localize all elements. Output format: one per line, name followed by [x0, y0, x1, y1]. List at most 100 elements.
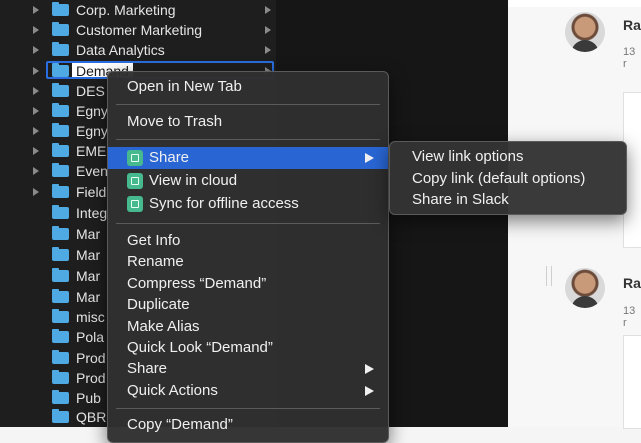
folder-name: Even [76, 163, 108, 179]
menu-item-open-new-tab[interactable]: Open in New Tab [108, 76, 388, 98]
user-avatar[interactable] [565, 268, 605, 308]
folder-icon [52, 329, 69, 343]
folder-name: Egny [76, 103, 108, 119]
context-menu: Open in New Tab Move to Trash Share View… [107, 71, 389, 443]
menu-item-move-to-trash[interactable]: Move to Trash [108, 111, 388, 133]
menu-item-compress[interactable]: Compress “Demand” [108, 273, 388, 295]
folder-row[interactable]: Data Analytics [0, 40, 276, 60]
folder-name: Corp. Marketing [76, 2, 176, 18]
folder-name: Pola [76, 329, 105, 345]
menu-item-quick-actions[interactable]: Quick Actions [108, 380, 388, 402]
menu-item-label: Open in New Tab [127, 78, 242, 95]
chevron-right-icon [265, 6, 271, 14]
menu-item-duplicate[interactable]: Duplicate [108, 294, 388, 316]
menu-item-label: Make Alias [127, 318, 200, 335]
disclosure-triangle-icon[interactable] [33, 167, 39, 175]
chevron-right-icon [265, 46, 271, 54]
post-date: 13 r [623, 46, 636, 70]
disclosure-triangle-icon[interactable] [33, 127, 39, 135]
folder-icon [52, 143, 69, 157]
chevron-right-icon [265, 26, 271, 34]
disclosure-triangle-icon[interactable] [33, 147, 39, 155]
disclosure-triangle-icon[interactable] [33, 188, 39, 196]
submenu-arrow-icon [365, 364, 374, 374]
folder-name: misc [76, 309, 105, 325]
folder-icon [52, 309, 69, 323]
disclosure-triangle-icon[interactable] [33, 87, 39, 95]
menu-item-label: Quick Look “Demand” [127, 339, 273, 356]
folder-name: Egny [76, 123, 108, 139]
menu-item-label: View in cloud [149, 172, 238, 189]
menu-item-make-alias[interactable]: Make Alias [108, 316, 388, 338]
disclosure-triangle-icon[interactable] [33, 6, 39, 14]
menu-item-rename[interactable]: Rename [108, 251, 388, 273]
content-card [623, 335, 641, 429]
folder-row[interactable]: Corp. Marketing [0, 0, 276, 20]
folder-row[interactable]: Customer Marketing [0, 20, 276, 40]
folder-name: Prod [76, 370, 106, 386]
folder-icon [52, 268, 69, 282]
folder-icon [52, 226, 69, 240]
menu-separator [116, 223, 380, 224]
folder-name: Mar [76, 268, 101, 284]
share-submenu: View link options Copy link (default opt… [389, 141, 627, 215]
user-avatar[interactable] [565, 12, 605, 52]
folder-icon [52, 350, 69, 364]
folder-icon [52, 370, 69, 384]
menu-item-get-info[interactable]: Get Info [108, 230, 388, 252]
folder-name: DES [76, 83, 105, 99]
menu-item-share-highlighted[interactable]: Share [108, 147, 388, 169]
folder-name: Field [76, 184, 107, 200]
menu-item-label: Quick Actions [127, 382, 218, 399]
menu-item-view-in-cloud[interactable]: View in cloud [108, 170, 388, 192]
submenu-item-view-link-options[interactable]: View link options [412, 147, 523, 167]
folder-name: Data Analytics [76, 42, 165, 58]
user-name[interactable]: Ra [623, 275, 641, 291]
folder-icon [52, 409, 69, 423]
folder-icon [52, 123, 69, 137]
folder-name: Mar [76, 247, 101, 263]
menu-item-label: Duplicate [127, 296, 190, 313]
menu-separator [116, 104, 380, 105]
folder-name: Customer Marketing [76, 22, 203, 38]
folder-icon [52, 83, 69, 97]
folder-icon [52, 163, 69, 177]
disclosure-triangle-icon[interactable] [33, 67, 39, 75]
folder-icon [52, 289, 69, 303]
submenu-item-share-in-slack[interactable]: Share in Slack [412, 190, 509, 210]
menu-item-share-submenu[interactable]: Share [108, 358, 388, 380]
menu-item-label: Copy “Demand” [127, 416, 233, 433]
folder-icon [52, 42, 69, 56]
user-name[interactable]: Ra [623, 17, 641, 33]
folder-name: Mar [76, 226, 101, 242]
menu-item-label: Get Info [127, 232, 181, 249]
folder-icon [52, 63, 69, 77]
menu-item-copy[interactable]: Copy “Demand” [108, 414, 388, 436]
menu-item-label: Sync for offline access [149, 195, 299, 212]
disclosure-triangle-icon[interactable] [33, 107, 39, 115]
folder-icon [52, 390, 69, 404]
folder-name: Mar [76, 289, 101, 305]
folder-icon [52, 22, 69, 36]
disclosure-triangle-icon[interactable] [33, 46, 39, 54]
menu-item-label: Rename [127, 253, 184, 270]
menu-item-sync-offline[interactable]: Sync for offline access [108, 193, 388, 215]
folder-icon [52, 103, 69, 117]
folder-name: QBR [76, 409, 107, 425]
share-cloud-icon [127, 150, 143, 166]
submenu-arrow-icon [365, 153, 374, 163]
folder-icon [52, 247, 69, 261]
folder-name: Integ [76, 205, 108, 221]
disclosure-triangle-icon[interactable] [33, 26, 39, 34]
menu-item-label: Compress “Demand” [127, 275, 267, 292]
menu-item-label: Move to Trash [127, 113, 223, 130]
sync-icon [127, 196, 143, 212]
folder-name: Prod [76, 350, 106, 366]
submenu-item-copy-link[interactable]: Copy link (default options) [412, 169, 585, 189]
menu-item-label: Share [149, 149, 190, 166]
folder-name: Pub [76, 390, 101, 406]
folder-icon [52, 2, 69, 16]
resize-handle[interactable] [546, 266, 552, 286]
menu-item-quick-look[interactable]: Quick Look “Demand” [108, 337, 388, 359]
menu-item-label: Share [127, 360, 168, 377]
